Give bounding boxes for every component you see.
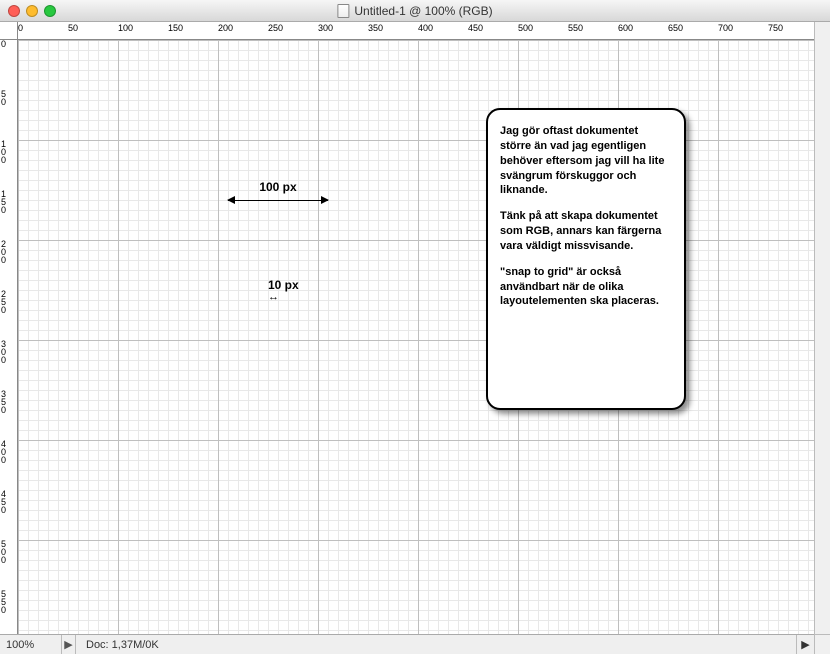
zoom-level[interactable]: 100% [0,635,62,654]
minimize-button[interactable] [26,5,38,17]
window-titlebar: Untitled-1 @ 100% (RGB) [0,0,830,22]
dimension-100px-arrow [228,196,328,206]
dimension-10px-arrow: ↔ [268,292,299,303]
document-size-info: Doc: 1,37M/0K [76,639,169,651]
traffic-lights [8,5,56,17]
scroll-right-arrow[interactable]: ▶ [796,635,814,654]
ruler-h-tick: 500 [518,22,533,33]
scrollbar-vertical[interactable] [814,22,830,634]
document-icon [337,4,349,18]
ruler-h-tick: 350 [368,22,383,33]
note-paragraph-1: Jag gör oftast dokumentet större än vad … [500,124,672,198]
ruler-h-tick: 750 [768,22,783,33]
grid-major [18,40,814,634]
ruler-v-tick: 0 [1,206,6,215]
ruler-h-tick: 550 [568,22,583,33]
ruler-v-tick: 0 [1,306,6,315]
ruler-h-tick: 400 [418,22,433,33]
ruler-h-tick: 450 [468,22,483,33]
ruler-v-tick: 0 [1,506,6,515]
window-title: Untitled-1 @ 100% (RGB) [337,4,492,18]
note-paragraph-2: Tänk på att skapa dokumentet som RGB, an… [500,209,672,254]
ruler-v-tick: 0 [1,40,6,49]
ruler-h-tick: 650 [668,22,683,33]
zoom-button[interactable] [44,5,56,17]
ruler-origin[interactable] [0,22,18,40]
close-button[interactable] [8,5,20,17]
annotation-note: Jag gör oftast dokumentet större än vad … [486,108,686,410]
ruler-v-tick: 0 [1,406,6,415]
ruler-h-tick: 700 [718,22,733,33]
ruler-v-tick: 0 [1,606,6,615]
dimension-100px-label: 100 px [228,180,328,194]
ruler-v-tick: 0 [1,456,6,465]
ruler-horizontal[interactable]: 0 50 100 150 200 250 300 350 400 450 500 550 600 650 7… [18,22,814,40]
grid-minor [18,40,814,634]
ruler-h-tick: 50 [68,22,78,33]
ruler-v-tick: 0 [1,98,6,107]
ruler-h-tick: 300 [318,22,333,33]
ruler-h-tick: 0 [18,22,23,33]
ruler-h-tick: 100 [118,22,133,33]
status-popup-button[interactable]: ▶ [62,635,76,654]
dimension-100px: 100 px [228,180,328,206]
ruler-v-tick: 0 [1,256,6,265]
ruler-h-tick: 600 [618,22,633,33]
note-paragraph-3: "snap to grid" är också användbart när d… [500,265,672,310]
resize-handle[interactable] [814,634,830,654]
status-bar: 100% ▶ Doc: 1,37M/0K ▶ [0,634,814,654]
ruler-h-tick: 150 [168,22,183,33]
ruler-v-tick: 0 [1,156,6,165]
canvas[interactable]: 100 px 10 px ↔ Jag gör oftast dokumentet… [18,40,814,634]
ruler-v-tick: 0 [1,356,6,365]
ruler-h-tick: 200 [218,22,233,33]
title-text: Untitled-1 @ 100% (RGB) [354,4,492,18]
dimension-10px: 10 px ↔ [268,278,299,303]
ruler-vertical[interactable]: 050100150200250300350400450500550 [0,40,18,634]
dimension-10px-label: 10 px [268,278,299,292]
ruler-h-tick: 250 [268,22,283,33]
ruler-v-tick: 0 [1,556,6,565]
